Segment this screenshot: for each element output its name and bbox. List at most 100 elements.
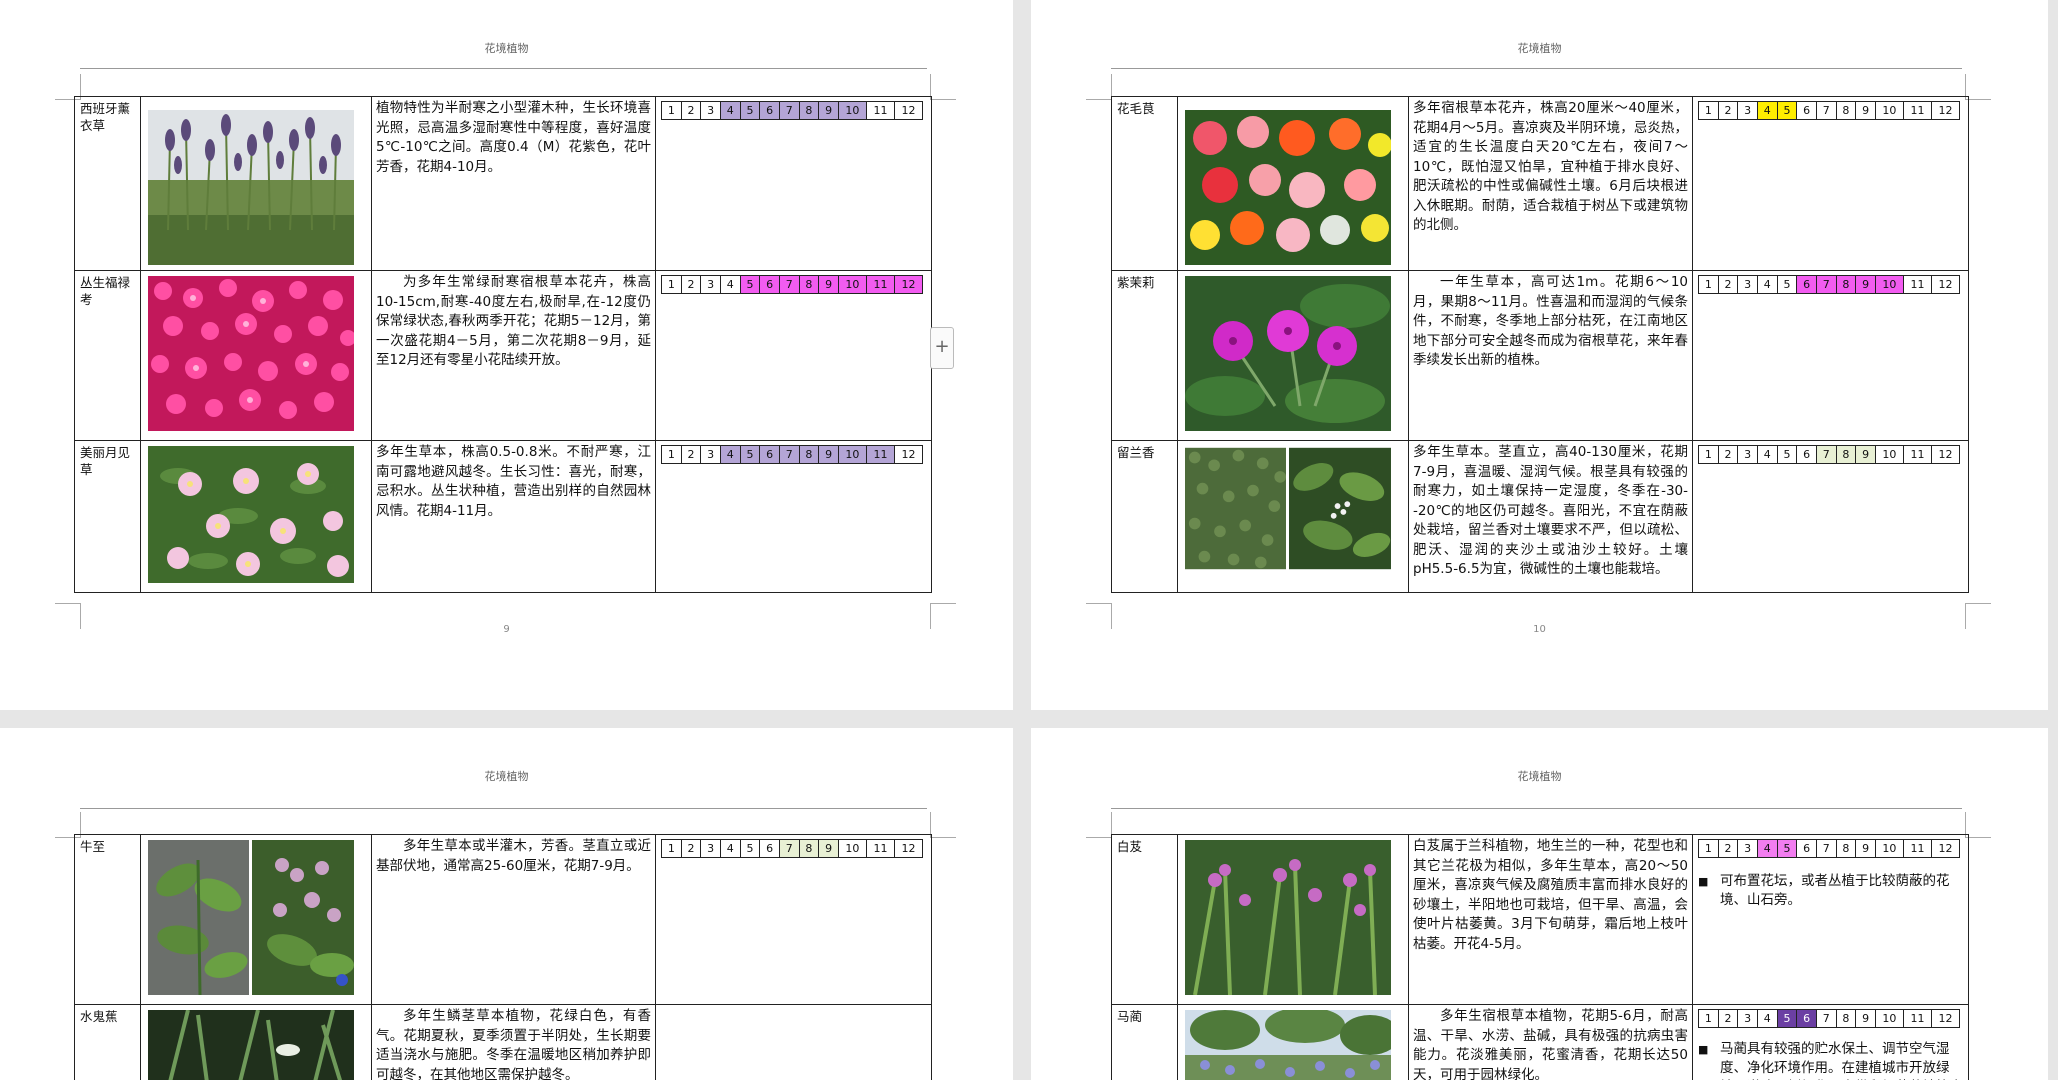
month-cell: 5	[741, 840, 761, 857]
page-header: 花境植物	[484, 42, 529, 55]
month-cell: 9	[1856, 446, 1876, 463]
month-cell: 2	[682, 276, 702, 293]
plant-photo-cell	[1177, 96, 1409, 271]
plant-description: 一年生草本，高可达1m。花期6～10月，果期8～11月。性喜温和而湿润的气候条件…	[1408, 270, 1693, 441]
bloom-calendar-cell	[655, 1004, 932, 1080]
month-cell: 9	[1856, 276, 1876, 293]
month-cell: 7	[779, 446, 800, 463]
plant-name: 紫茉莉	[1111, 270, 1178, 441]
page-header: 花境植物	[1517, 770, 1562, 783]
bloom-calendar-cell: 1 2 3 4 5 6 7 8 9 10 11 12	[655, 834, 932, 1005]
plant-name: 留兰香	[1111, 440, 1178, 593]
month-cell: 7	[1817, 840, 1837, 857]
month-cell: 8	[799, 840, 820, 857]
plant-photo-cell	[140, 440, 372, 593]
month-cell: 8	[1837, 840, 1857, 857]
bloom-calendar-cell: 1 2 3 4 5 6 7 8 9 10 11 12	[655, 96, 932, 271]
plant-description: 多年生草本，株高0.5-0.8米。不耐严寒，江南可露地避风越冬。生长习性：喜光，…	[371, 440, 656, 593]
month-cell: 1	[662, 446, 682, 463]
month-cell: 8	[799, 276, 820, 293]
add-row-button[interactable]: +	[930, 327, 954, 369]
margin-corner	[1086, 812, 1112, 838]
month-cell: 10	[838, 276, 867, 293]
bloom-calendar-cell: 1 2 3 4 5 6 7 8 9 10 11 12	[1692, 96, 1969, 271]
bloom-calendar: 1 2 3 4 5 6 7 8 9 10 11 12	[661, 445, 923, 464]
month-cell: 10	[1876, 446, 1904, 463]
bloom-calendar: 1 2 3 4 5 6 7 8 9 10 11 12	[1698, 101, 1960, 120]
plant-photo	[148, 276, 354, 431]
month-cell: 6	[1797, 102, 1817, 119]
month-cell: 6	[1797, 840, 1817, 857]
month-cell: 12	[1938, 842, 1953, 855]
bloom-calendar: 1 2 3 4 5 6 7 8 9 10 11 12	[1698, 275, 1960, 294]
bloom-calendar-cell: 1 2 3 4 5 6 7 8 9 10 11 12 ■ 马蔺具有较强的贮水保土、调节空气湿度、净化环…	[1692, 1004, 1969, 1080]
month-cell: 7	[779, 102, 800, 119]
month-cell: 11	[1904, 840, 1932, 857]
plant-photo-cell	[1177, 834, 1409, 1005]
bloom-calendar: 1 2 3 4 5 6 7 8 9 10 11 12	[1698, 1009, 1960, 1028]
month-cell: 12	[1938, 278, 1953, 291]
month-cell: 3	[701, 276, 721, 293]
plant-photo-cell	[1177, 1004, 1409, 1080]
plant-description: 白芨属于兰科植物，地生兰的一种，花型也和其它兰花极为相似，多年生草本，高20～5…	[1408, 834, 1693, 1005]
usage-note: ■ 可布置花坛，或者丛植于比较荫蔽的花境、山石旁。	[1698, 872, 1963, 910]
plant-table: 白芨 白芨属于兰科植物，地生兰的一种，花型也和其它兰花极为相似，多年生草本，高2…	[1111, 834, 1969, 1080]
plant-photo-cell	[1177, 270, 1409, 441]
plant-name: 丛生福禄考	[74, 270, 141, 441]
month-cell: 5	[1778, 276, 1798, 293]
plant-name: 牛至	[74, 834, 141, 1005]
header-rule	[1111, 68, 1962, 69]
usage-note-text: 可布置花坛，或者丛植于比较荫蔽的花境、山石旁。	[1720, 873, 1950, 908]
month-cell: 5	[1777, 840, 1798, 857]
month-cell: 2	[1719, 446, 1739, 463]
month-cell: 11	[867, 840, 895, 857]
month-cell: 7	[779, 276, 800, 293]
bloom-calendar-cell: 1 2 3 4 5 6 7 8 9 10 11 12 ■ 可布置花坛，或者丛植于比较荫蔽的花境、山石旁…	[1692, 834, 1969, 1005]
bloom-calendar: 1 2 3 4 5 6 7 8 9 10 11 12	[661, 275, 923, 294]
month-cell: 10	[1875, 276, 1904, 293]
plant-name: 马蔺	[1111, 1004, 1178, 1080]
page-header: 花境植物	[1517, 42, 1562, 55]
month-cell: 11	[1904, 276, 1932, 293]
month-cell: 2	[682, 102, 702, 119]
plant-photo	[1185, 110, 1391, 265]
month-cell: 9	[819, 102, 839, 119]
month-cell: 2	[1719, 840, 1739, 857]
month-cell: 4	[720, 102, 741, 119]
month-cell: 2	[682, 840, 702, 857]
plant-photo-cell	[1177, 440, 1409, 593]
month-cell: 12	[901, 104, 916, 117]
month-cell: 6	[760, 840, 780, 857]
month-cell: 3	[1738, 840, 1758, 857]
month-cell: 9	[819, 276, 839, 293]
month-cell: 4	[1758, 1010, 1778, 1027]
bloom-calendar-cell: 1 2 3 4 5 6 7 8 9 10 11 12	[655, 270, 932, 441]
month-cell: 3	[1738, 102, 1758, 119]
square-bullet-icon: ■	[1698, 1043, 1709, 1056]
table-row: 紫茉莉 一年生草本，高可达1m。花期6～10月，果期8～11月。性喜温和而湿润的…	[1111, 270, 1969, 441]
header-rule	[80, 68, 927, 69]
page-10: 花境植物 花毛茛 多年宿根草本花卉，株高20厘米～40厘米，花期4月～5月。喜凉…	[1031, 0, 2048, 710]
month-cell: 2	[1719, 102, 1739, 119]
plant-photo	[1185, 446, 1391, 571]
month-cell: 3	[701, 840, 721, 857]
plant-photo-cell	[140, 1004, 372, 1080]
month-cell: 10	[1876, 840, 1904, 857]
month-cell: 12	[1938, 104, 1953, 117]
bloom-calendar: 1 2 3 4 5 6 7 8 9 10 11 12	[1698, 839, 1960, 858]
month-cell: 7	[1816, 276, 1837, 293]
month-cell: 8	[1836, 276, 1857, 293]
plant-photo	[148, 446, 354, 583]
month-cell: 3	[701, 446, 721, 463]
month-cell: 5	[1777, 1010, 1798, 1027]
month-cell: 12	[901, 448, 916, 461]
table-row: 美丽月见草 多年生草本，株高0.5-0.8米。不耐严寒，江南可露地避风越冬。生长…	[74, 440, 932, 593]
month-cell: 10	[838, 446, 867, 463]
month-cell: 12	[1938, 448, 1953, 461]
month-cell: 10	[839, 840, 867, 857]
plant-description: 多年生宿根草本植物，花期5-6月，耐高温、干旱、水涝、盐碱，具有极强的抗病虫害能…	[1408, 1004, 1693, 1080]
plant-table: 花毛茛 多年宿根草本花卉，株高20厘米～40厘米，花期4月～5月。喜凉爽及半阴环…	[1111, 96, 1969, 593]
page-11: 花境植物 牛至 多年生草本或半灌木，芳香。茎直立或近基部伏地，通常高25-60厘…	[0, 728, 1013, 1080]
plant-photo-cell	[140, 834, 372, 1005]
month-cell: 6	[760, 102, 780, 119]
